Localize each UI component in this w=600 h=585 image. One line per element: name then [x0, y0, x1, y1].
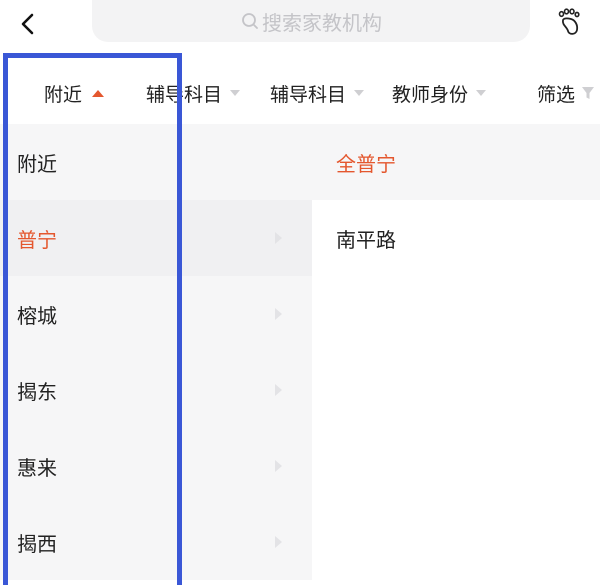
district-label: 惠来 [17, 455, 57, 480]
district-item-rongcheng[interactable]: 榕城 [0, 276, 312, 352]
search-icon [240, 11, 260, 31]
chevron-right-icon [275, 308, 282, 320]
district-label: 普宁 [17, 227, 57, 252]
search-placeholder: 搜索家教机构 [262, 10, 382, 35]
district-item-huilai[interactable]: 惠来 [0, 428, 312, 504]
district-label: 揭东 [17, 379, 57, 404]
filter-label: 附近 [44, 83, 83, 106]
filter-label: 辅导科目 [146, 83, 223, 106]
subarea-label: 全普宁 [336, 151, 396, 176]
footprint-button[interactable] [552, 4, 588, 40]
filter-label: 筛选 [537, 83, 576, 106]
filter-label: 辅导科目 [270, 83, 347, 106]
chevron-right-icon [275, 232, 282, 244]
filter-bar: 附近 辅导科目 辅导科目 教师身份 筛选 [0, 62, 600, 124]
back-button[interactable] [10, 6, 46, 42]
filter-nearby[interactable]: 附近 [44, 62, 105, 124]
district-label: 揭西 [17, 531, 57, 556]
caret-down-icon [230, 90, 241, 96]
chevron-right-icon [275, 460, 282, 472]
district-item-jiedong[interactable]: 揭东 [0, 352, 312, 428]
footprint-icon [558, 8, 580, 35]
caret-up-icon [92, 89, 105, 97]
filter-subject-2[interactable]: 辅导科目 [270, 62, 365, 124]
filter-teacher-identity[interactable]: 教师身份 [392, 62, 487, 124]
funnel-icon [581, 85, 595, 101]
search-input[interactable]: 搜索家教机构 [92, 0, 530, 42]
filter-subject-1[interactable]: 辅导科目 [146, 62, 241, 124]
district-list: 附近 普宁 榕城 揭东 惠来 揭西 [0, 124, 312, 580]
district-item-puning[interactable]: 普宁 [0, 200, 312, 276]
district-label: 榕城 [17, 303, 57, 328]
chevron-right-icon [275, 536, 282, 548]
district-item-jiexi[interactable]: 揭西 [0, 504, 312, 580]
chevron-left-icon [21, 13, 34, 35]
subarea-list: 全普宁 南平路 [312, 124, 600, 580]
subarea-item-nanpinglu[interactable]: 南平路 [312, 200, 600, 276]
district-label: 附近 [17, 151, 57, 176]
caret-down-icon [354, 90, 365, 96]
filter-label: 教师身份 [392, 83, 469, 106]
caret-down-icon [476, 90, 487, 96]
district-item-nearby[interactable]: 附近 [0, 124, 312, 200]
top-bar: 搜索家教机构 [0, 0, 600, 56]
subarea-label: 南平路 [336, 227, 396, 252]
chevron-right-icon [275, 384, 282, 396]
subarea-item-all-puning[interactable]: 全普宁 [312, 124, 600, 200]
filter-screen[interactable]: 筛选 [537, 62, 595, 124]
